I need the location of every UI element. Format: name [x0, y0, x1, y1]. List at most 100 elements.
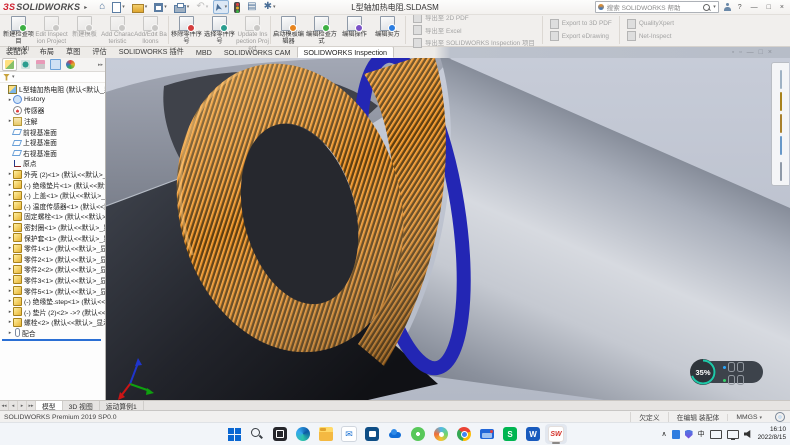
tab-dimxpertmanager[interactable]	[49, 59, 62, 70]
print-button[interactable]: ▾	[172, 0, 192, 14]
dropdown-caret-icon[interactable]: ▾	[164, 4, 167, 10]
tree-item-9[interactable]: ▸(-) 绝缘垫片<1> (默认<<默认>_显	[0, 179, 105, 190]
open-button[interactable]: ▾	[130, 0, 150, 14]
doc-close-button[interactable]: ×	[768, 49, 772, 56]
tree-item-6[interactable]: 右视基准面	[0, 148, 105, 159]
tree-item-5[interactable]: 上视基准面	[0, 137, 105, 148]
new-button[interactable]: ▾	[110, 0, 127, 14]
edit-vendors-button[interactable]: 编辑卖方	[371, 14, 404, 46]
ribbon-tab-mbd[interactable]: MBD	[190, 46, 218, 58]
edit-methods-button[interactable]: 编辑检查方式	[305, 14, 338, 46]
taskbar-mail-button[interactable]	[338, 424, 360, 444]
search-input[interactable]: 搜索 SOLIDWORKS 帮助 ▾	[595, 1, 719, 13]
ribbon-tab-草图[interactable]: 草图	[60, 46, 86, 58]
hidden-icons-icon[interactable]: ∧	[661, 430, 666, 438]
rollback-bar[interactable]	[2, 339, 101, 341]
taskbar-clock[interactable]: 16:10 2022/8/15	[758, 426, 786, 443]
tree-item-18[interactable]: ▸零件3<1> (默认<<默认>_显示状态	[0, 275, 105, 286]
tree-item-15[interactable]: ▸零件1<1> (默认<<默认>_显示状态=	[0, 243, 105, 254]
dropdown-caret-icon[interactable]: ▾	[122, 4, 125, 10]
remove-balloons-button[interactable]: 移除零件序号	[170, 14, 203, 46]
tray-volume-icon[interactable]	[744, 430, 753, 438]
tree-item-1[interactable]: ▸History	[0, 95, 105, 106]
taskbar-browser-360-button[interactable]	[430, 424, 452, 444]
tree-item-21[interactable]: ▸(-) 垫片 (2)<2> ->? (默认<<默认	[0, 306, 105, 317]
tray-doc-icon[interactable]	[672, 430, 680, 439]
taskbar-start-button[interactable]	[223, 424, 245, 444]
ime-keyboard-icon[interactable]	[710, 430, 722, 439]
taskbar-remote-app-button[interactable]	[476, 424, 498, 444]
tree-item-20[interactable]: ▸(-) 绝缘垫.step<1> (默认<<默认>	[0, 296, 105, 307]
tree-item-12[interactable]: ▸固定螺栓<1> (默认<<默认>_显示状	[0, 211, 105, 222]
tree-item-16[interactable]: ▸零件2<1> (默认<<默认>_显示状态	[0, 254, 105, 265]
doc-window-icon[interactable]: ▫	[732, 49, 734, 56]
expand-arrow-icon[interactable]: ▸	[7, 330, 13, 336]
select-button[interactable]: ➤▾	[213, 0, 229, 14]
taskpane-resources-button[interactable]	[780, 71, 782, 89]
edit-operations-button[interactable]: 编辑操作	[338, 14, 371, 46]
ime-lang-icon[interactable]: 中	[698, 429, 705, 439]
status-help-icon[interactable]	[775, 412, 785, 422]
tree-item-3[interactable]: ▸注解	[0, 116, 105, 127]
dropdown-caret-icon[interactable]: ▾	[187, 4, 190, 10]
status-item-2[interactable]: MMGS▾	[727, 414, 770, 421]
close-button[interactable]: ×	[778, 4, 786, 11]
dropdown-caret-icon[interactable]: ▾	[206, 4, 209, 10]
save-button[interactable]: ▾	[152, 0, 169, 14]
tree-item-0[interactable]: L型轴加热电阻 (默认<默认_显示状态-1	[0, 84, 105, 95]
tree-item-4[interactable]: 前视基准面	[0, 126, 105, 137]
taskpane-file-explorer-button[interactable]	[780, 115, 782, 133]
doc-window-icon[interactable]: ▫	[739, 49, 741, 56]
options-button[interactable]: ✱▾	[262, 0, 278, 14]
doc-restore-button[interactable]: □	[759, 49, 763, 56]
taskbar-file-explorer-button[interactable]	[315, 424, 337, 444]
new-inspection-project-button[interactable]: 新建检查项目(amp;M)	[2, 14, 35, 46]
ribbon-tab-评估[interactable]: 评估	[86, 46, 112, 58]
tree-item-11[interactable]: ▸(-) 温度传感器<1> (默认<<默认>_	[0, 201, 105, 212]
ribbon-tab-布局[interactable]: 布局	[34, 46, 60, 58]
select-balloons-button[interactable]: 选择零件序号	[203, 14, 236, 46]
template-editor-button[interactable]: 启动模板编辑器	[272, 14, 305, 46]
file-properties-button[interactable]: ▤	[245, 0, 258, 14]
tab-configurationmanager[interactable]	[34, 59, 47, 70]
taskbar-word-button[interactable]: W	[522, 424, 544, 444]
dropdown-caret-icon[interactable]: ▾	[145, 4, 148, 10]
undo-button[interactable]: ↶▾	[194, 0, 210, 14]
tree-item-23[interactable]: ▸配合	[0, 328, 105, 339]
home-button[interactable]: ⌂	[97, 0, 107, 14]
taskbar-chrome-button[interactable]	[453, 424, 475, 444]
doc-minimize-button[interactable]: —	[747, 49, 754, 56]
taskbar-app-green-button[interactable]	[407, 424, 429, 444]
tree-item-8[interactable]: ▸外壳 (2)<1> (默认<<默认>_显示状	[0, 169, 105, 180]
tab-propertymanager[interactable]	[19, 59, 32, 70]
tree-item-10[interactable]: ▸(-) 上盖<1> (默认<<默认>_显示状	[0, 190, 105, 201]
filter-funnel-icon[interactable]	[3, 74, 10, 81]
search-icon[interactable]	[703, 4, 710, 11]
login-icon[interactable]	[724, 3, 731, 11]
tree-item-2[interactable]: 传感器	[0, 105, 105, 116]
taskbar-solidworks-button[interactable]: SW	[545, 424, 567, 444]
taskbar-store-button[interactable]	[361, 424, 383, 444]
restore-button[interactable]: □	[765, 4, 773, 11]
tree-item-17[interactable]: ▸零件2<2> (默认<<默认>_显示状态	[0, 264, 105, 275]
graphics-viewport[interactable]: 35%	[106, 58, 790, 400]
tree-item-19[interactable]: ▸零件5<1> (默认<<默认>_显示状态	[0, 285, 105, 296]
ribbon-tab-solidworks-插件[interactable]: SOLIDWORKS 插件	[113, 46, 190, 58]
taskbar-edge-button[interactable]	[292, 424, 314, 444]
taskbar-task-view-button[interactable]	[269, 424, 291, 444]
dropdown-caret-icon[interactable]: ▾	[273, 4, 276, 10]
taskbar-search-button[interactable]	[246, 424, 268, 444]
scene-3d[interactable]	[106, 58, 790, 400]
minimize-button[interactable]: —	[749, 4, 760, 11]
menu-expand-arrow-icon[interactable]: ▸	[84, 4, 87, 11]
search-caret-icon[interactable]: ▾	[713, 4, 716, 10]
tray-shield-icon[interactable]	[685, 430, 693, 439]
tree-item-22[interactable]: ▸螺栓<2> (默认<<默认>_显示状态	[0, 317, 105, 328]
help-button[interactable]: ?	[736, 4, 744, 11]
rebuild-button[interactable]	[232, 0, 242, 14]
panel-tab-overflow-icon[interactable]: ▸▸	[98, 62, 103, 68]
tree-item-14[interactable]: ▸保护套<1> (默认<<默认>_显示状态	[0, 232, 105, 243]
tab-featuremanager[interactable]	[2, 58, 17, 71]
taskbar-onedrive-button[interactable]	[384, 424, 406, 444]
tree-item-7[interactable]: 原点	[0, 158, 105, 169]
